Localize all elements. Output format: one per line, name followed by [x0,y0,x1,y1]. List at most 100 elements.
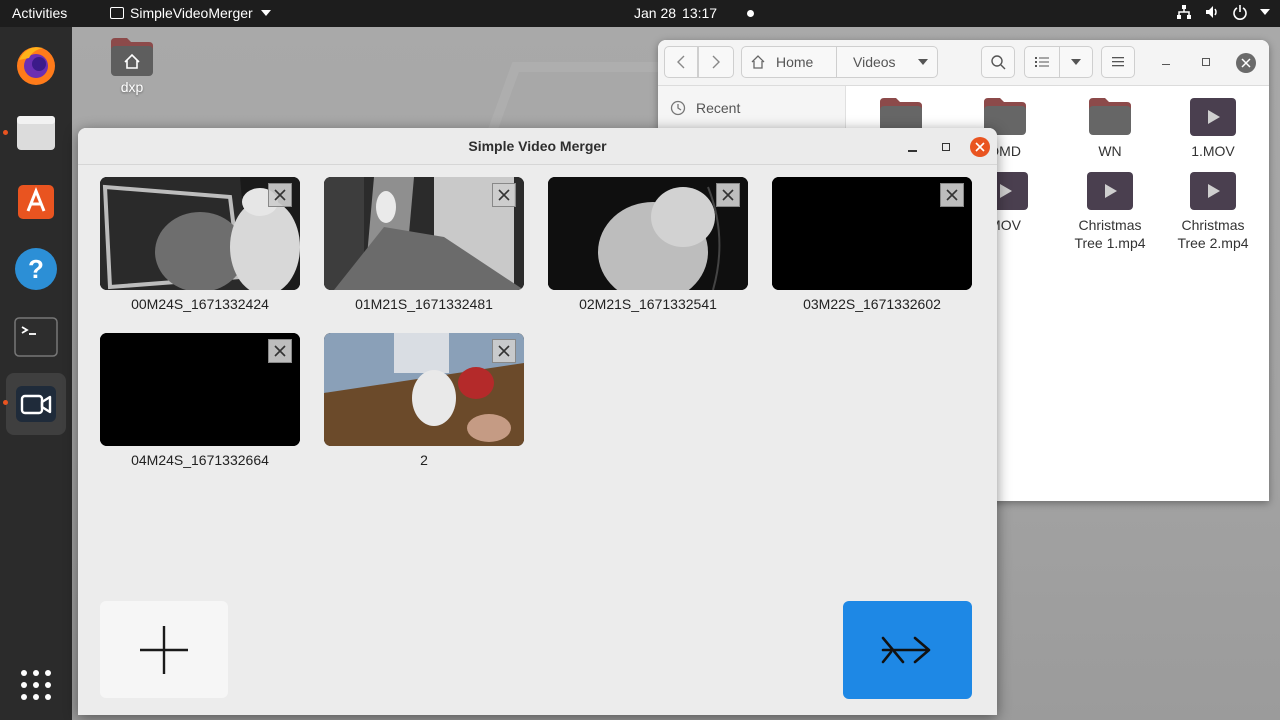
file-label: 1.MOV [1191,143,1235,159]
file-item[interactable]: Christmas Tree 1.mp4 [1065,172,1155,252]
remove-clip-button[interactable] [492,339,516,363]
chevron-left-icon [677,55,685,69]
file-label: WN [1098,143,1122,159]
network-icon [1177,5,1191,19]
minimize-button[interactable] [902,137,922,157]
view-list-button[interactable] [1024,46,1060,78]
terminal-icon [14,317,58,357]
forward-button[interactable] [698,46,734,78]
help-icon: ? [15,248,57,290]
window-title: Simple Video Merger [468,138,607,154]
view-options-button[interactable] [1059,46,1093,78]
clip-card[interactable]: 02M21S_1671332541 [548,177,748,312]
dock-firefox[interactable] [6,35,66,95]
minimize-icon [907,150,917,152]
clip-thumbnail [548,177,748,290]
clip-name: 00M24S_1671332424 [131,296,269,312]
file-label: Christmas Tree 1.mp4 [1074,217,1146,251]
sidebar-item-recent[interactable]: Recent [670,100,740,116]
video-file-icon [1190,172,1236,210]
clip-card[interactable]: 00M24S_1671332424 [100,177,300,312]
clip-name: 03M22S_1671332602 [803,296,941,312]
app-menu-label: SimpleVideoMerger [130,5,253,21]
dock-app-center[interactable] [6,171,66,231]
maximize-button[interactable] [936,137,956,157]
plus-icon [140,625,188,674]
clip-thumbnail [772,177,972,290]
dock-terminal[interactable] [6,307,66,367]
dock-help[interactable]: ? [6,239,66,299]
window-titlebar: Simple Video Merger [78,128,997,165]
folder-icon [1087,96,1133,136]
video-camera-icon [16,386,56,422]
close-icon [274,189,286,201]
app-center-icon [18,185,54,219]
remove-clip-button[interactable] [268,183,292,207]
clock-icon [670,100,686,116]
clock[interactable]: Jan 28 13:17 [634,5,755,21]
search-icon [991,55,1006,70]
path-home-label: Home [776,54,814,70]
close-icon [946,189,958,201]
svg-text:?: ? [28,254,44,284]
close-icon [498,345,510,357]
clip-card[interactable]: 03M22S_1671332602 [772,177,972,312]
top-bar: Activities SimpleVideoMerger Jan 28 13:1… [0,0,1280,27]
list-view-icon [1035,57,1049,67]
files-close-button[interactable] [1236,53,1256,73]
add-video-button[interactable] [100,601,228,698]
files-icon [17,116,55,150]
video-merger-window: Simple Video Merger 00M24S_1671332424 01… [78,128,997,715]
app-grid-icon [21,670,51,700]
dock-files[interactable] [6,103,66,163]
clip-card[interactable]: 2 [324,333,524,468]
search-button[interactable] [981,46,1015,78]
file-item[interactable]: WN [1065,96,1155,160]
file-item[interactable]: 1.MOV [1168,98,1258,160]
chevron-down-icon [1260,9,1270,15]
system-tray[interactable] [1176,4,1270,20]
clip-card[interactable]: 04M24S_1671332664 [100,333,300,468]
minimize-button[interactable] [1158,54,1174,70]
maximize-button[interactable] [1198,54,1214,70]
dock: ? [0,27,72,720]
video-file-icon [1087,172,1133,210]
close-button[interactable] [970,137,990,157]
firefox-icon [17,47,55,85]
close-icon [498,189,510,201]
remove-clip-button[interactable] [268,339,292,363]
dock-video-merger[interactable] [6,373,66,435]
volume-icon [1206,6,1217,18]
path-home[interactable]: Home [741,46,837,78]
remove-clip-button[interactable] [492,183,516,207]
clip-thumbnail [324,333,524,446]
desktop-home-folder[interactable]: dxp [106,36,158,95]
remove-clip-button[interactable] [716,183,740,207]
path-videos[interactable]: Videos [836,46,938,78]
chevron-down-icon [260,10,271,16]
close-icon [975,142,985,152]
back-button[interactable] [664,46,698,78]
chevron-down-icon [917,59,928,65]
clip-name: 2 [420,452,428,468]
power-icon [1233,5,1247,20]
app-menu[interactable]: SimpleVideoMerger [110,5,271,21]
files-headerbar: Home Videos [658,40,1269,86]
file-label: Christmas Tree 2.mp4 [1177,217,1249,251]
main-menu-button[interactable] [1101,46,1135,78]
clip-card[interactable]: 01M21S_1671332481 [324,177,524,312]
clip-name: 02M21S_1671332541 [579,296,717,312]
clock-time: 13:17 [682,5,718,21]
file-item[interactable]: Christmas Tree 2.mp4 [1168,172,1258,252]
clip-thumbnail [100,177,300,290]
close-icon [274,345,286,357]
clip-name: 01M21S_1671332481 [355,296,493,312]
video-file-icon [1190,98,1236,136]
remove-clip-button[interactable] [940,183,964,207]
maximize-icon [942,143,950,151]
notification-dot-icon [747,9,755,17]
hamburger-icon [1112,57,1124,67]
activities-button[interactable]: Activities [12,5,67,21]
show-apps-button[interactable] [6,655,66,715]
merge-videos-button[interactable] [843,601,972,699]
